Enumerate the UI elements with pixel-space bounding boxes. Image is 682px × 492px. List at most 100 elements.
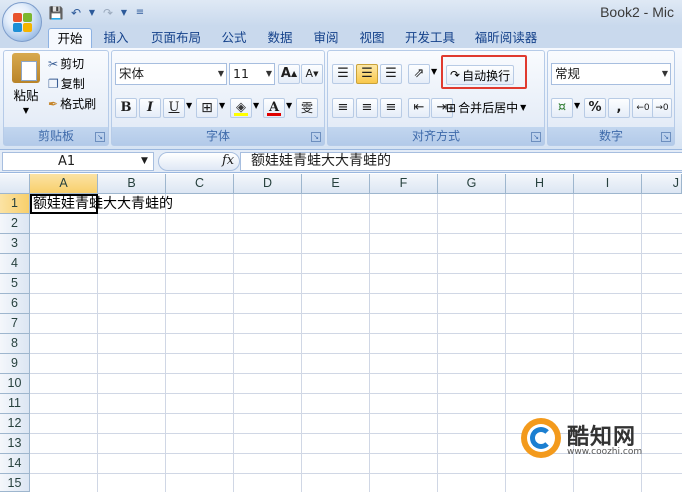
column-header-b[interactable]: B xyxy=(98,174,166,194)
clipboard-launcher-icon[interactable]: ↘ xyxy=(95,132,105,142)
percent-button[interactable]: % xyxy=(584,98,606,118)
merge-center-button[interactable]: ⊞ 合并后居中 ▼ xyxy=(446,99,526,116)
alignment-launcher-icon[interactable]: ↘ xyxy=(531,132,541,142)
decrease-indent-button[interactable]: ⇤ xyxy=(408,98,430,118)
tab-home[interactable]: 开始 xyxy=(48,28,92,48)
fill-color-button[interactable]: ◈ xyxy=(230,98,252,118)
number-launcher-icon[interactable]: ↘ xyxy=(661,132,671,142)
accounting-dropdown-icon[interactable]: ▼ xyxy=(574,101,580,110)
phonetic-label: 雯 xyxy=(300,101,313,115)
copy-button[interactable]: ❐ 复制 xyxy=(48,75,85,92)
format-painter-button[interactable]: ✒ 格式刷 xyxy=(48,95,96,112)
column-header-i[interactable]: I xyxy=(574,174,642,194)
row-header-14[interactable]: 14 xyxy=(0,454,30,474)
align-middle-button[interactable]: ☰ xyxy=(356,64,378,84)
row-header-12[interactable]: 12 xyxy=(0,414,30,434)
row-header-6[interactable]: 6 xyxy=(0,294,30,314)
phonetic-button[interactable]: 雯 xyxy=(296,98,318,118)
row-header-11[interactable]: 11 xyxy=(0,394,30,414)
row-header-10[interactable]: 10 xyxy=(0,374,30,394)
tab-formulas[interactable]: 公式 xyxy=(216,28,252,48)
number-format-dropdown-icon: ▼ xyxy=(661,69,668,78)
font-size-dropdown-icon: ▼ xyxy=(265,69,272,78)
row-header-2[interactable]: 2 xyxy=(0,214,30,234)
insert-function-button[interactable]: fx xyxy=(222,153,234,168)
decrease-decimal-button[interactable]: →0 xyxy=(652,98,672,118)
bold-button[interactable]: B xyxy=(115,98,137,118)
title-bar: 💾 ↶ ▼ ↷ ▼ ≡ Book2 - Mic xyxy=(0,0,682,26)
orientation-button[interactable]: ⇗ xyxy=(408,64,430,84)
column-header-f[interactable]: F xyxy=(370,174,438,194)
tab-insert[interactable]: 插入 xyxy=(96,28,136,48)
italic-button[interactable]: I xyxy=(139,98,161,118)
increase-font-size-button[interactable]: A▲ xyxy=(278,64,300,84)
row-header-3[interactable]: 3 xyxy=(0,234,30,254)
office-button[interactable] xyxy=(2,2,42,42)
column-header-a[interactable]: A xyxy=(30,174,98,194)
select-all-corner[interactable] xyxy=(0,174,30,194)
column-header-h[interactable]: H xyxy=(506,174,574,194)
tab-developer[interactable]: 开发工具 xyxy=(400,28,460,48)
customize-qat-icon[interactable]: ≡ xyxy=(132,5,148,21)
ribbon: 粘贴 ▼ ✂ 剪切 ❐ 复制 ✒ 格式刷 剪贴板 ↘ 宋体 ▼ 11 ▼ A▲ … xyxy=(0,48,682,150)
name-box-dropdown-icon[interactable]: ▼ xyxy=(141,156,148,166)
paste-dropdown-icon[interactable]: ▼ xyxy=(23,106,29,115)
column-header-e[interactable]: E xyxy=(302,174,370,194)
orientation-dropdown-icon[interactable]: ▼ xyxy=(431,67,437,76)
align-left-button[interactable]: ≡ xyxy=(332,98,354,118)
formula-input[interactable]: 额娃娃青蛙大大青蛙的 xyxy=(240,152,682,171)
tab-review[interactable]: 审阅 xyxy=(308,28,344,48)
align-right-button[interactable]: ≡ xyxy=(380,98,402,118)
accounting-format-button[interactable]: ¤ xyxy=(551,98,573,118)
align-center-button[interactable]: ≡ xyxy=(356,98,378,118)
paste-icon xyxy=(12,53,40,83)
tab-foxit-reader[interactable]: 福昕阅读器 xyxy=(468,28,544,48)
font-size-select[interactable]: 11 ▼ xyxy=(229,63,275,85)
ribbon-tabs: 开始 插入 页面布局 公式 数据 审阅 视图 开发工具 福昕阅读器 xyxy=(0,26,682,48)
column-header-j[interactable]: J xyxy=(642,174,682,194)
number-format-select[interactable]: 常规 ▼ xyxy=(551,63,671,85)
comma-button[interactable]: , xyxy=(608,98,630,118)
row-header-8[interactable]: 8 xyxy=(0,334,30,354)
paste-button[interactable]: 粘贴 ▼ xyxy=(8,53,44,115)
row-header-7[interactable]: 7 xyxy=(0,314,30,334)
name-box[interactable]: A1 xyxy=(2,152,154,171)
font-color-dropdown-icon[interactable]: ▼ xyxy=(286,101,292,110)
column-header-g[interactable]: G xyxy=(438,174,506,194)
office-logo-icon xyxy=(13,13,33,33)
tab-data[interactable]: 数据 xyxy=(262,28,298,48)
increase-decimal-button[interactable]: ←0 xyxy=(632,98,654,118)
undo-icon[interactable]: ↶ xyxy=(68,5,84,21)
font-color-button[interactable]: A xyxy=(263,98,285,118)
column-header-d[interactable]: D xyxy=(234,174,302,194)
border-dropdown-icon[interactable]: ▼ xyxy=(219,101,225,110)
underline-button[interactable]: U xyxy=(163,98,185,118)
redo-icon[interactable]: ↷ xyxy=(100,5,116,21)
copy-icon: ❐ xyxy=(48,76,59,91)
row-header-5[interactable]: 5 xyxy=(0,274,30,294)
row-header-13[interactable]: 13 xyxy=(0,434,30,454)
row-header-1[interactable]: 1 xyxy=(0,194,30,214)
tab-view[interactable]: 视图 xyxy=(354,28,390,48)
paste-label: 粘贴 xyxy=(13,88,39,103)
undo-dropdown-icon[interactable]: ▼ xyxy=(88,5,96,21)
row-header-9[interactable]: 9 xyxy=(0,354,30,374)
align-bottom-button[interactable]: ☰ xyxy=(380,64,402,84)
decrease-font-size-button[interactable]: A▼ xyxy=(301,64,323,84)
cell-a1-text: 额娃娃青蛙大大青蛙的 xyxy=(33,196,173,212)
row-header-15[interactable]: 15 xyxy=(0,474,30,492)
border-button[interactable]: ⊞ xyxy=(196,98,218,118)
column-header-c[interactable]: C xyxy=(166,174,234,194)
align-top-button[interactable]: ☰ xyxy=(332,64,354,84)
font-name-select[interactable]: 宋体 ▼ xyxy=(115,63,227,85)
tab-page-layout[interactable]: 页面布局 xyxy=(144,28,208,48)
row-header-4[interactable]: 4 xyxy=(0,254,30,274)
align-center-icon: ≡ xyxy=(361,100,373,115)
save-icon[interactable]: 💾 xyxy=(48,5,64,21)
redo-dropdown-icon[interactable]: ▼ xyxy=(120,5,128,21)
underline-dropdown-icon[interactable]: ▼ xyxy=(186,101,192,110)
font-launcher-icon[interactable]: ↘ xyxy=(311,132,321,142)
number-group: 常规 ▼ ¤ ▼ % , ←0 →0 数字 ↘ xyxy=(547,50,675,146)
cut-button[interactable]: ✂ 剪切 xyxy=(48,55,84,72)
fill-color-dropdown-icon[interactable]: ▼ xyxy=(253,101,259,110)
